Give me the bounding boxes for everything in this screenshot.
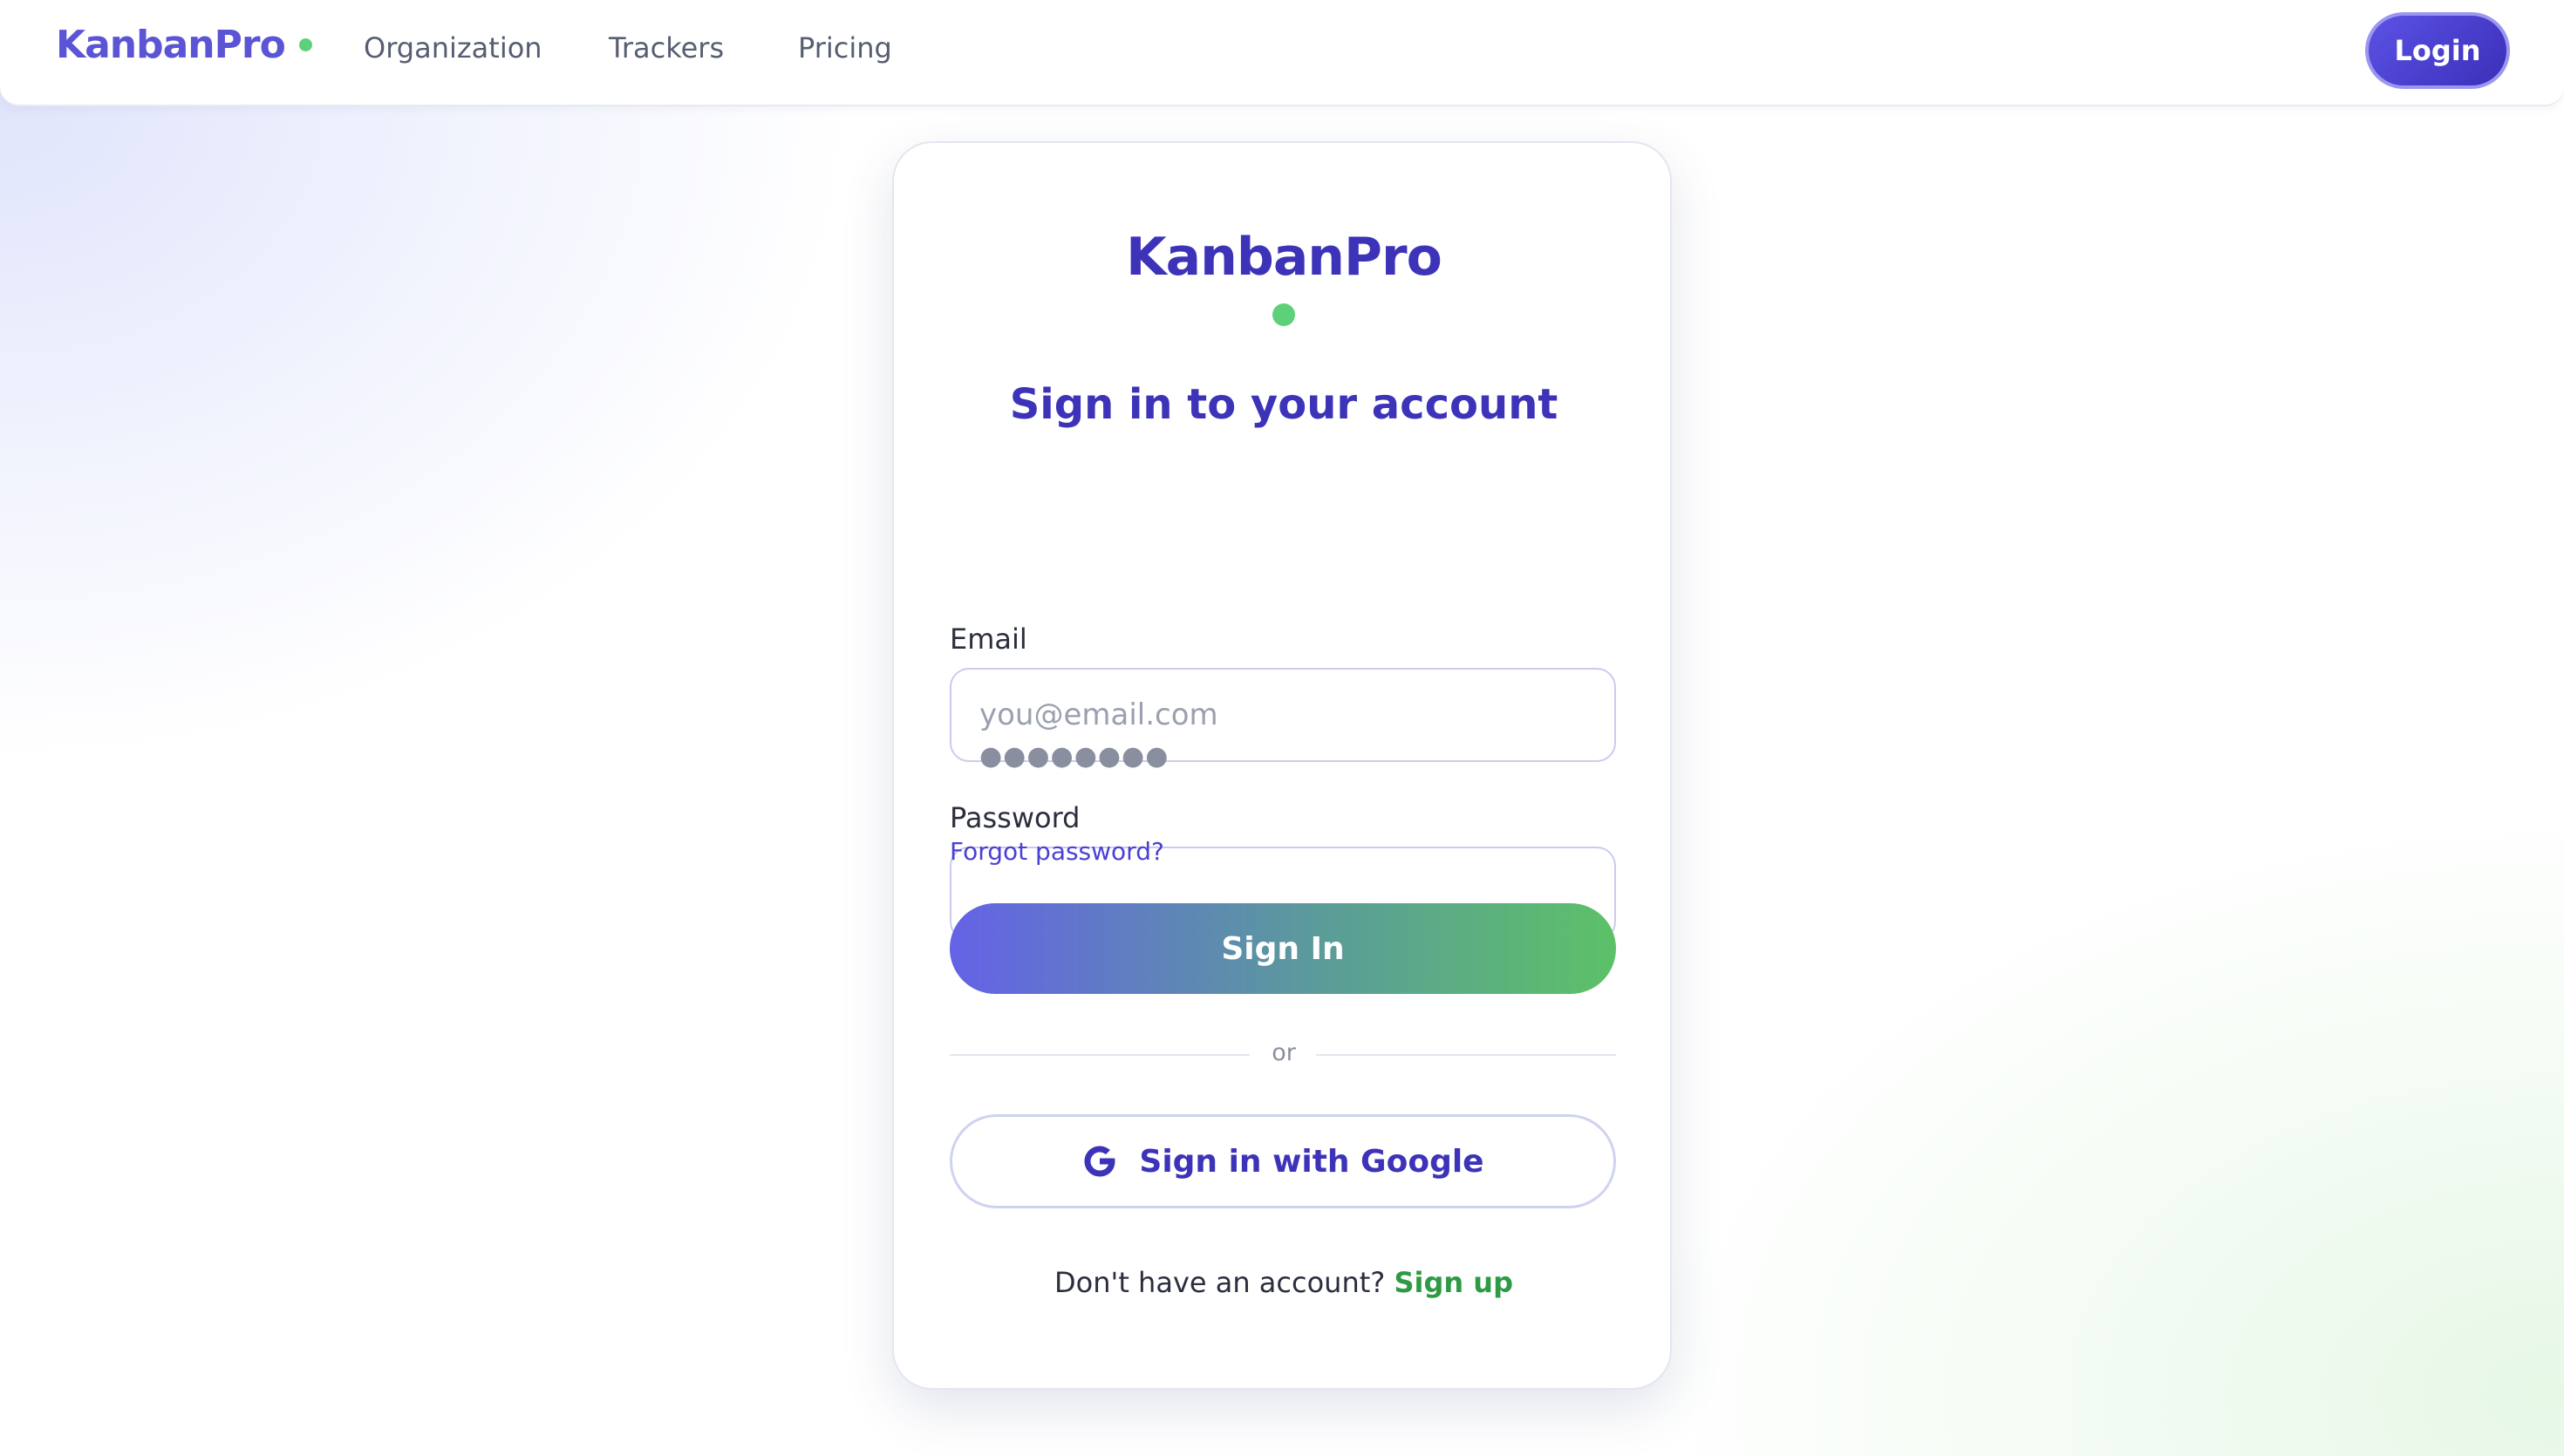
password-label: Password [950, 801, 1081, 834]
nav-brand-logo: KanbanPro [56, 23, 286, 67]
divider-or-text: or [1272, 1039, 1296, 1066]
signup-link[interactable]: Sign up [1394, 1266, 1513, 1299]
card-brand-logo: KanbanPro [1126, 227, 1442, 288]
forgot-password-link[interactable]: Forgot password? [950, 837, 1164, 866]
google-icon [1084, 1146, 1115, 1177]
signup-prompt-text: Don't have an account? [1054, 1266, 1386, 1299]
google-signin-label: Sign in with Google [1139, 1143, 1484, 1180]
google-signin-button[interactable]: Sign in with Google [950, 1114, 1616, 1208]
nav-link-pricing[interactable]: Pricing [798, 31, 892, 65]
status-dot-icon [298, 38, 312, 51]
signin-button[interactable]: Sign In [950, 903, 1616, 994]
top-navbar: KanbanPro Organization Trackers Pricing … [0, 0, 2564, 106]
email-label: Email [950, 623, 1027, 656]
divider-right [1316, 1054, 1616, 1056]
nav-brand[interactable]: KanbanPro [56, 23, 312, 67]
nav-link-trackers[interactable]: Trackers [609, 31, 724, 65]
nav-link-organization[interactable]: Organization [364, 31, 542, 65]
login-button[interactable]: Login [2365, 12, 2510, 89]
signin-title: Sign in to your account [1009, 380, 1558, 429]
password-value: ●●●●●●●● [979, 741, 1169, 772]
signin-card: KanbanPro Sign in to your account Email … [892, 141, 1672, 1390]
status-dot-icon [1272, 303, 1295, 326]
signup-prompt-line: Don't have an account? Sign up [894, 1266, 1674, 1299]
